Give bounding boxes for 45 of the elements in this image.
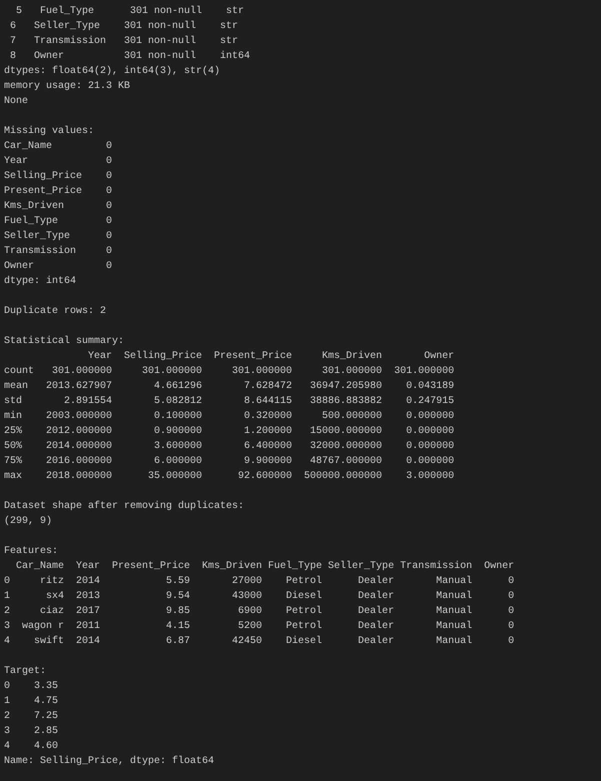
output-line: Dataset shape after removing duplicates: bbox=[4, 500, 244, 514]
output-line: 0 ritz 2014 5.59 27000 Petrol Dealer Manual 0 bbox=[4, 574, 514, 589]
output-line: 7 Transmission 301 non-null str bbox=[9, 34, 238, 49]
output-line: 5 Fuel_Type 301 non-null str bbox=[15, 4, 244, 19]
output-line: Duplicate rows: 2 bbox=[4, 304, 106, 319]
output-line: Owner 0 bbox=[4, 260, 112, 274]
output-line: Selling_Price 0 bbox=[4, 170, 112, 184]
output-line: None bbox=[4, 95, 28, 109]
output-line: Year Selling_Price Present_Price Kms_Driven Owner bbox=[87, 350, 454, 364]
output-line: 0 3.35 bbox=[4, 680, 58, 694]
output-line: Kms_Driven 0 bbox=[4, 200, 112, 214]
output-line: std 2.891554 5.082812 8.644115 38886.883882 0.247915 bbox=[4, 394, 454, 409]
output-line: 1 4.75 bbox=[4, 695, 58, 709]
output-line: memory usage: 21.3 KB bbox=[4, 80, 130, 94]
output-line: Car_Name Year Present_Price Kms_Driven Fuel_Type Seller_Type Transmission Owner bbox=[15, 560, 514, 574]
output-line: dtypes: float64(2), int64(3), str(4) bbox=[4, 64, 220, 79]
output-line: mean 2013.627907 4.661296 7.628472 36947.205980 0.043189 bbox=[4, 380, 454, 394]
output-line: 3 wagon r 2011 4.15 5200 Petrol Dealer Manual 0 bbox=[4, 620, 514, 634]
output-line: 8 Owner 301 non-null int64 bbox=[9, 50, 250, 64]
output-line: Year 0 bbox=[4, 155, 112, 169]
output-line: Transmission 0 bbox=[4, 244, 112, 259]
output-line: Seller_Type 0 bbox=[4, 230, 112, 244]
output-line: Statistical summary: bbox=[4, 334, 124, 349]
output-line: 2 7.25 bbox=[4, 710, 58, 724]
output-line: 75% 2016.000000 6.000000 9.900000 48767.000000 0.000000 bbox=[4, 455, 454, 469]
output-line: 4 swift 2014 6.87 42450 Diesel Dealer Manual 0 bbox=[4, 634, 514, 649]
output-line: max 2018.000000 35.000000 92.600000 500000.000000 3.000000 bbox=[4, 470, 454, 484]
output-line: 25% 2012.000000 0.900000 1.200000 15000.000000 0.000000 bbox=[4, 425, 454, 439]
output-line: Name: Selling_Price, dtype: float64 bbox=[4, 754, 214, 769]
output-line: 50% 2014.000000 3.600000 6.400000 32000.000000 0.000000 bbox=[4, 440, 454, 454]
output-line: 6 Seller_Type 301 non-null str bbox=[9, 20, 238, 34]
output-line: 3 2.85 bbox=[4, 725, 58, 739]
output-line: Car_Name 0 bbox=[4, 140, 112, 154]
output-line: min 2003.000000 0.100000 0.320000 500.000000 0.000000 bbox=[4, 410, 454, 424]
output-line: Features: bbox=[4, 545, 58, 559]
output-line: Fuel_Type 0 bbox=[4, 214, 112, 229]
output-line: 4 4.60 bbox=[4, 740, 58, 754]
output-line: 1 sx4 2013 9.54 43000 Diesel Dealer Manual 0 bbox=[4, 590, 514, 604]
output-line: Present_Price 0 bbox=[4, 184, 112, 199]
output-line: 2 ciaz 2017 9.85 6900 Petrol Dealer Manual 0 bbox=[4, 604, 514, 619]
output-line: Missing values: bbox=[4, 124, 94, 139]
output-line: (299, 9) bbox=[4, 514, 52, 529]
output-line: count 301.000000 301.000000 301.000000 301.000000 301.000000 bbox=[4, 365, 454, 379]
output-line: dtype: int64 bbox=[4, 274, 76, 289]
output-line: Target: bbox=[4, 665, 46, 679]
